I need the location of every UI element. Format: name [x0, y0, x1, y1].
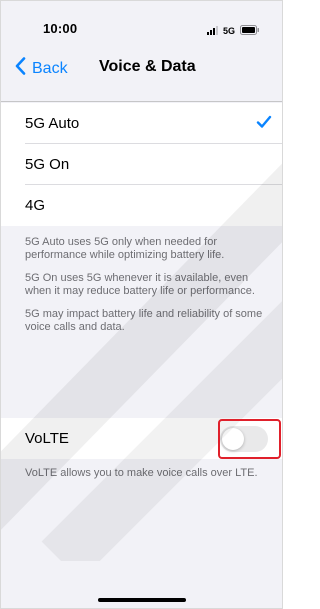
option-label: 4G: [25, 197, 46, 214]
network-mode-list: 5G Auto 5G On 4G: [1, 103, 282, 226]
page-title: Voice & Data: [99, 58, 196, 75]
status-bar: 10:00 5G: [1, 1, 282, 45]
signal-icon: [206, 22, 218, 40]
option-5g-on[interactable]: 5G On: [1, 144, 282, 185]
footer-text-5g-impact: 5G may impact battery life and reliabili…: [25, 308, 263, 333]
option-label: 5G On: [25, 156, 70, 173]
network-type-label: 5G: [222, 26, 235, 36]
option-5g-auto[interactable]: 5G Auto: [1, 103, 282, 144]
navigation-bar: Back Voice & Data: [1, 45, 282, 93]
footer-text-5g-auto: 5G Auto uses 5G only when needed for per…: [25, 236, 225, 261]
battery-icon: [240, 22, 260, 40]
volte-highlight-box: [218, 419, 281, 459]
volte-label: VoLTE: [25, 430, 69, 447]
network-mode-footer: 5G Auto uses 5G only when needed for per…: [25, 236, 275, 344]
back-label: Back: [32, 59, 68, 77]
status-time: 10:00: [43, 21, 78, 36]
chevron-left-icon: [15, 57, 32, 80]
settings-screen: 10:00 5G Back Voice & Data 5G Auto 5G On…: [0, 0, 283, 609]
status-indicators: 5G: [206, 22, 260, 40]
nav-divider: [1, 101, 282, 102]
volte-footer: VoLTE allows you to make voice calls ove…: [25, 467, 275, 490]
checkmark-icon: [256, 115, 272, 134]
option-label: 5G Auto: [25, 115, 80, 132]
footer-text-5g-on: 5G On uses 5G whenever it is available, …: [25, 272, 255, 297]
volte-footer-text: VoLTE allows you to make voice calls ove…: [25, 467, 258, 479]
option-4g[interactable]: 4G: [1, 185, 282, 226]
back-button[interactable]: Back: [15, 57, 68, 80]
home-indicator: [98, 598, 186, 602]
